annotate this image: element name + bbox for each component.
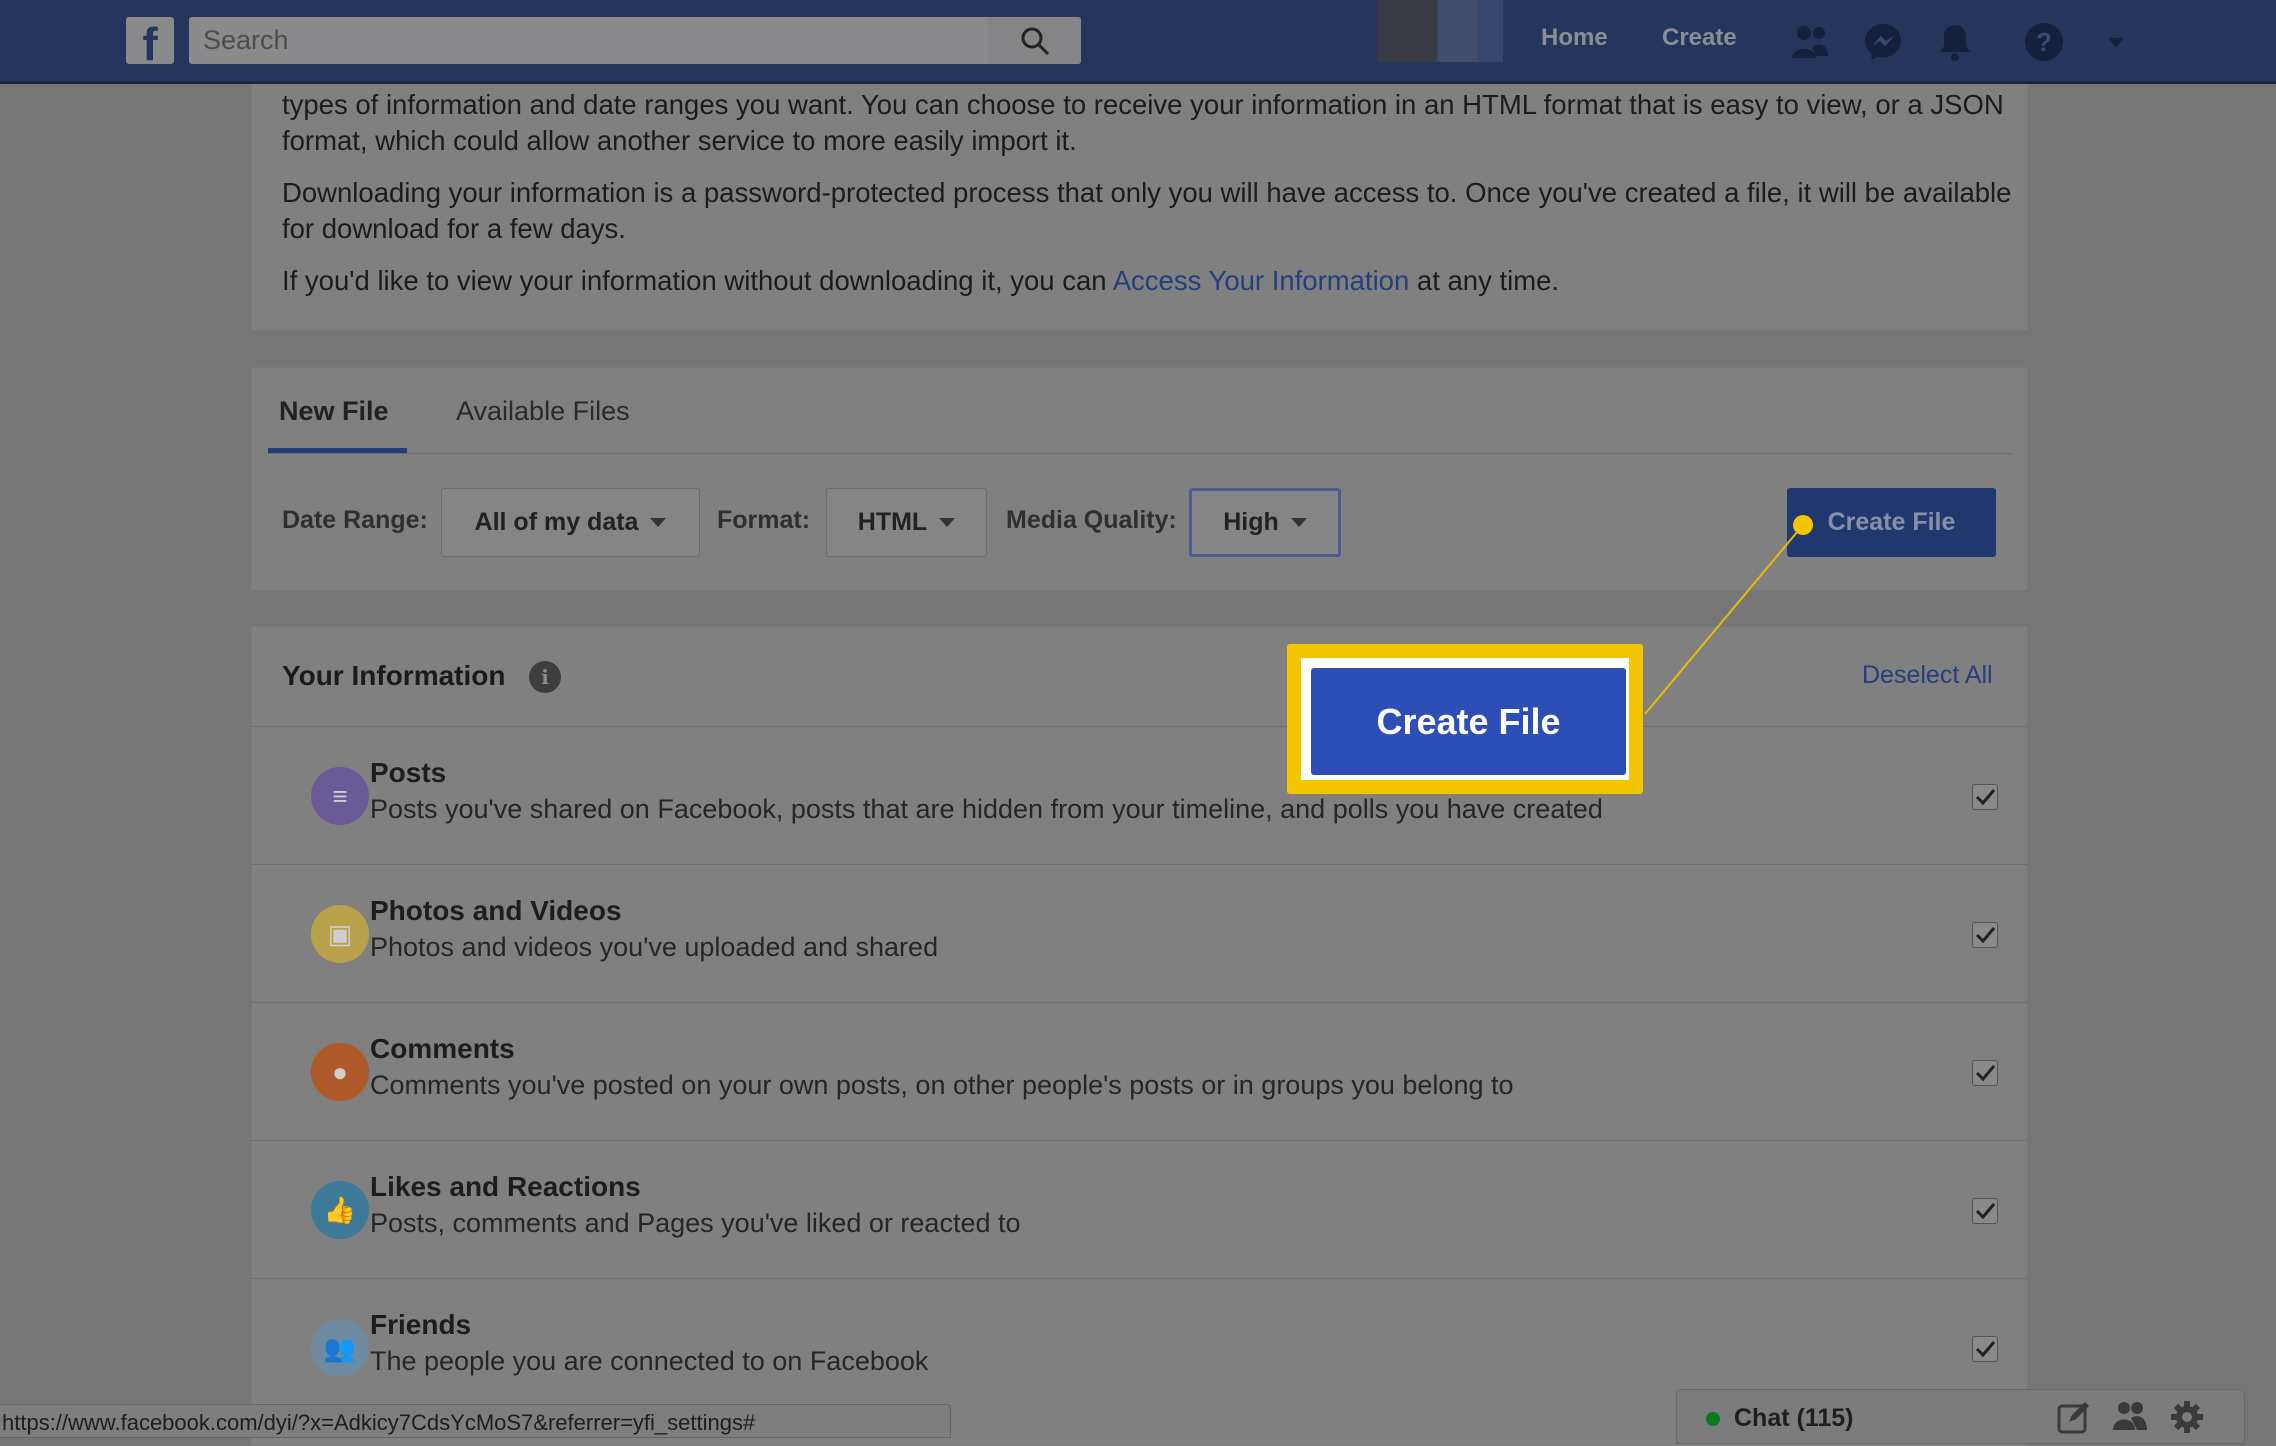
settings-gear-icon[interactable] — [2170, 1400, 2204, 1434]
create-file-button-zoomed[interactable]: Create File — [1311, 668, 1626, 775]
callout-dot — [1793, 515, 1813, 535]
compose-icon[interactable] — [2057, 1400, 2091, 1434]
callout-connector — [1644, 515, 1813, 715]
status-bar-url: https://www.facebook.com/dyi/?x=Adkicy7C… — [0, 1404, 951, 1438]
chat-bar[interactable]: Chat (115) — [1676, 1389, 2245, 1444]
callout-line — [1644, 524, 1804, 715]
callout-highlight: Create File — [1287, 644, 1643, 794]
online-status-dot — [1706, 1412, 1720, 1426]
new-group-icon[interactable] — [2113, 1400, 2147, 1434]
chat-label: Chat (115) — [1734, 1404, 1854, 1432]
